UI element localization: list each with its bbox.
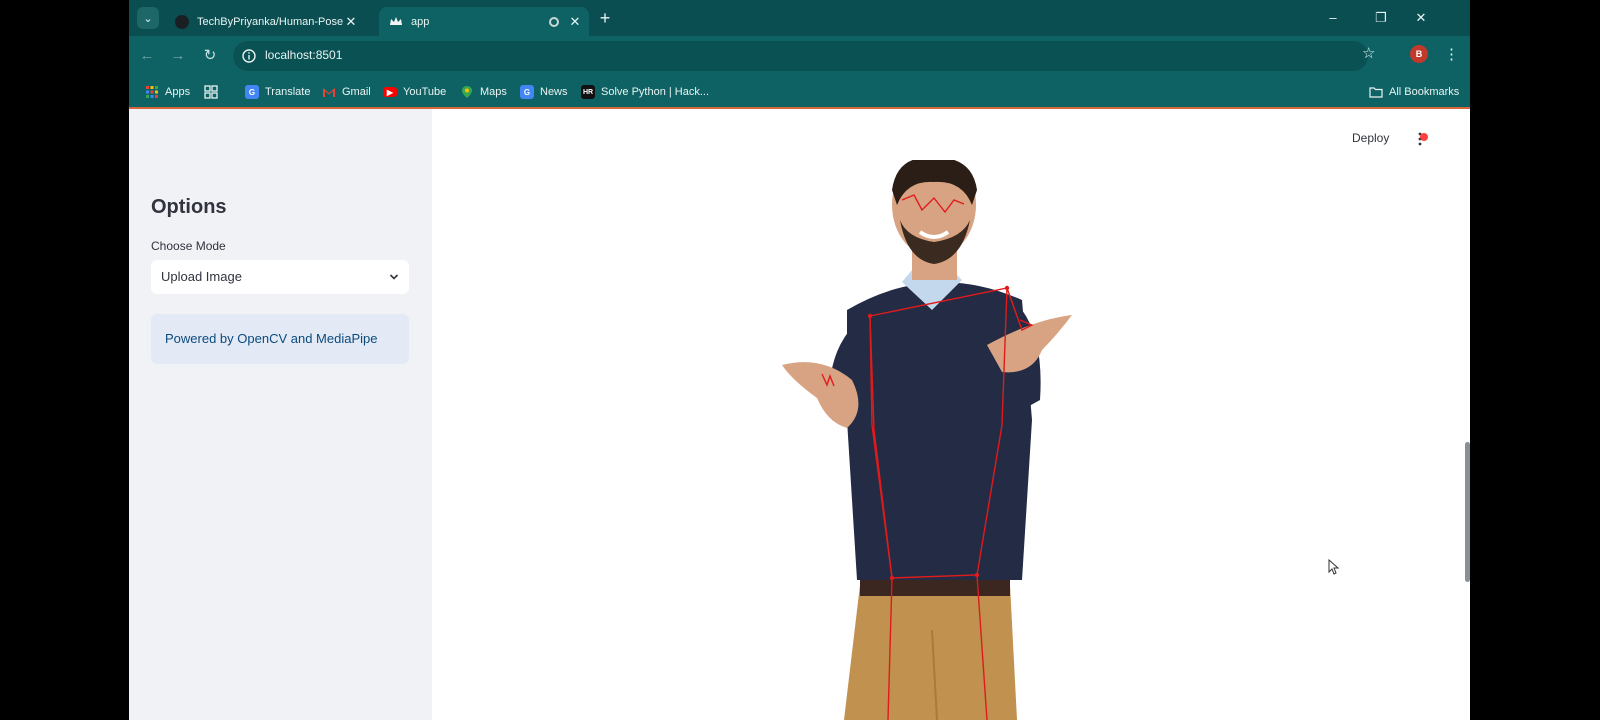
tab-github[interactable]: TechByPriyanka/Human-Pose-E ✕ bbox=[165, 7, 365, 36]
pose-output-image bbox=[782, 160, 1072, 720]
back-icon[interactable]: ← bbox=[136, 45, 158, 67]
url-text: localhost:8501 bbox=[265, 48, 343, 62]
bookmark-label: News bbox=[540, 86, 568, 98]
chevron-down-icon bbox=[389, 274, 399, 280]
recording-icon bbox=[549, 16, 559, 27]
browser-menu-icon[interactable]: ⋮ bbox=[1444, 45, 1459, 63]
github-icon bbox=[175, 14, 189, 29]
sidebar-title: Options bbox=[151, 196, 227, 218]
browser-window: ⌄ TechByPriyanka/Human-Pose-E ✕ app ✕ + … bbox=[129, 0, 1470, 720]
bookmark-gmail[interactable]: Gmail bbox=[322, 84, 371, 100]
bookmark-label: Maps bbox=[480, 86, 507, 98]
chevron-down-icon: ⌄ bbox=[143, 12, 153, 25]
all-bookmarks[interactable]: All Bookmarks bbox=[1369, 84, 1459, 100]
info-text: Powered by OpenCV and MediaPipe bbox=[165, 331, 378, 346]
tab-app[interactable]: app ✕ bbox=[379, 7, 589, 36]
info-alert: Powered by OpenCV and MediaPipe bbox=[151, 314, 409, 364]
bookmark-label: YouTube bbox=[403, 86, 447, 98]
bookmarks-bar: Apps G Translate Gmail ▶ YouTube Maps G … bbox=[129, 76, 1470, 109]
bookmark-label: All Bookmarks bbox=[1389, 86, 1460, 98]
address-bar[interactable]: localhost:8501 bbox=[233, 41, 1368, 71]
close-tab-icon[interactable]: ✕ bbox=[343, 14, 359, 30]
folder-icon bbox=[1369, 85, 1383, 99]
tab-title: TechByPriyanka/Human-Pose-E bbox=[197, 15, 343, 28]
sidebar: Options Choose Mode Upload Image Powered… bbox=[129, 109, 432, 720]
bookmark-star-icon[interactable]: ☆ bbox=[1362, 44, 1375, 62]
google-translate-icon: G bbox=[245, 85, 259, 99]
bookmark-news[interactable]: G News bbox=[520, 84, 568, 100]
news-icon: G bbox=[520, 85, 534, 99]
bookmark-hackerrank[interactable]: HR Solve Python | Hack... bbox=[581, 84, 709, 100]
main-menu-icon[interactable] bbox=[1412, 129, 1432, 149]
restore-icon[interactable]: ❐ bbox=[1370, 8, 1392, 28]
bookmark-label: Translate bbox=[265, 86, 311, 98]
bookmark-youtube[interactable]: ▶ YouTube bbox=[383, 84, 446, 100]
close-tab-icon[interactable]: ✕ bbox=[567, 14, 583, 30]
title-bar: ⌄ TechByPriyanka/Human-Pose-E ✕ app ✕ + … bbox=[129, 0, 1470, 36]
app-page: Options Choose Mode Upload Image Powered… bbox=[129, 109, 1470, 720]
gmail-icon bbox=[322, 85, 336, 99]
deploy-button[interactable]: Deploy bbox=[1352, 131, 1389, 145]
youtube-icon: ▶ bbox=[383, 87, 397, 97]
mouse-cursor-icon bbox=[1328, 559, 1340, 575]
bookmark-maps[interactable]: Maps bbox=[460, 84, 507, 100]
mode-select-value: Upload Image bbox=[161, 269, 242, 284]
site-info-icon[interactable] bbox=[241, 48, 257, 64]
tab-groups-icon bbox=[204, 85, 218, 99]
bookmark-translate[interactable]: G Translate bbox=[245, 84, 310, 100]
bookmark-tab-groups[interactable] bbox=[204, 84, 224, 100]
tab-search-button[interactable]: ⌄ bbox=[137, 7, 159, 29]
apps-grid-icon bbox=[145, 85, 159, 99]
close-window-icon[interactable]: ✕ bbox=[1410, 8, 1432, 28]
mode-label: Choose Mode bbox=[151, 239, 226, 253]
profile-avatar[interactable]: B bbox=[1410, 45, 1428, 63]
hackerrank-icon: HR bbox=[581, 85, 595, 99]
reload-icon[interactable]: ↻ bbox=[199, 45, 221, 67]
maps-icon bbox=[460, 85, 474, 99]
new-tab-button[interactable]: + bbox=[595, 8, 615, 28]
minimize-icon[interactable]: – bbox=[1322, 8, 1344, 28]
mode-select[interactable]: Upload Image bbox=[151, 260, 409, 294]
tab-title: app bbox=[411, 15, 430, 28]
bookmark-label: Apps bbox=[165, 86, 191, 98]
page-scrollbar[interactable] bbox=[1465, 442, 1470, 582]
address-toolbar: ← → ↻ localhost:8501 ☆ B ⋮ bbox=[129, 36, 1470, 76]
forward-icon[interactable]: → bbox=[167, 45, 189, 67]
streamlit-crown-icon bbox=[389, 15, 403, 29]
bookmark-apps[interactable]: Apps bbox=[145, 84, 190, 100]
bookmark-label: Gmail bbox=[342, 86, 371, 98]
bookmark-label: Solve Python | Hack... bbox=[601, 86, 710, 98]
